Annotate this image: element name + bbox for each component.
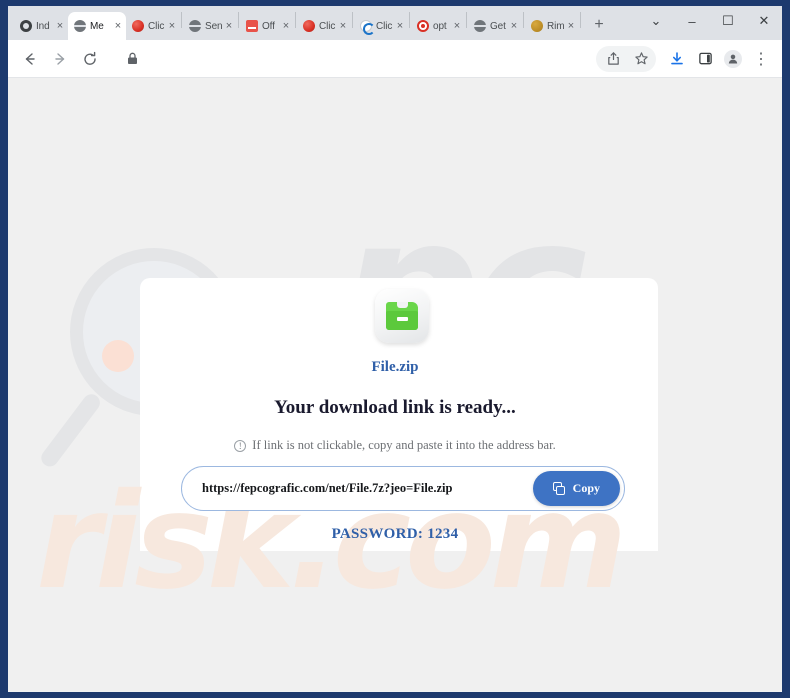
hint-text: If link is not clickable, copy and paste… (252, 438, 556, 452)
minimize-button[interactable]: – (674, 6, 710, 36)
browser-tab-5[interactable]: Clic × (297, 12, 351, 40)
window-controls: ⌄ – ☐ ✕ (638, 6, 782, 40)
copy-icon (552, 482, 566, 495)
tab-separator (238, 12, 239, 28)
browser-tab-6[interactable]: Clic × (354, 12, 408, 40)
browser-tab-2[interactable]: Clic × (126, 12, 180, 40)
download-link-text[interactable]: https://fepcografic.com/net/File.7z?jeo=… (202, 481, 533, 496)
file-name-label: File.zip (371, 359, 419, 375)
browser-toolbar: ⋮ (8, 40, 782, 78)
tab-close-icon[interactable]: × (54, 20, 66, 32)
tab-close-icon[interactable]: × (394, 20, 406, 32)
tab-close-icon[interactable]: × (565, 20, 577, 32)
download-icon[interactable] (664, 46, 690, 72)
copy-button-label: Copy (572, 481, 600, 495)
red-circle-icon (132, 20, 144, 32)
tab-separator (352, 12, 353, 28)
download-link-field[interactable]: https://fepcografic.com/net/File.7z?jeo=… (181, 466, 625, 511)
password-label: PASSWORD: 1234 (331, 526, 459, 542)
tab-label: Clic (148, 20, 165, 32)
tab-close-icon[interactable]: × (112, 20, 124, 32)
tab-label: Off (262, 20, 275, 32)
tab-label: opt (433, 20, 447, 32)
toolbar-actions: ⋮ (596, 45, 774, 72)
tab-separator (295, 12, 296, 28)
lock-icon[interactable] (122, 45, 142, 73)
profile-icon[interactable] (720, 46, 746, 72)
bookmark-star-icon[interactable] (628, 46, 654, 72)
forward-button[interactable] (46, 45, 74, 73)
tab-separator (580, 12, 581, 28)
info-icon: ! (234, 439, 247, 452)
hint-row: ! If link is not clickable, copy and pas… (8, 438, 782, 453)
browser-tab-3[interactable]: Sen × (183, 12, 237, 40)
browser-tab-7[interactable]: opt × (411, 12, 465, 40)
tab-close-icon[interactable]: × (166, 20, 178, 32)
page-viewport: pc risk.com File.zip Your download link … (8, 78, 782, 691)
tab-separator (523, 12, 524, 28)
maximize-button[interactable]: ☐ (710, 6, 746, 36)
close-window-button[interactable]: ✕ (746, 6, 782, 36)
globe-icon (474, 20, 486, 32)
page-title: Your download link is ready... (274, 397, 516, 418)
tab-label: Me (90, 20, 104, 32)
reload-button[interactable] (76, 45, 104, 73)
tab-close-icon[interactable]: × (280, 20, 292, 32)
browser-tab-8[interactable]: Get × (468, 12, 522, 40)
tab-search-icon[interactable]: ⌄ (638, 6, 674, 36)
globe-icon (189, 20, 201, 32)
zip-folder-icon (375, 289, 429, 343)
copy-button[interactable]: Copy (532, 471, 620, 506)
tab-strip: Ind × Me × Clic × Sen × Off × Clic × Cli… (8, 6, 782, 40)
tab-close-icon[interactable]: × (451, 20, 463, 32)
tab-close-icon[interactable]: × (337, 20, 349, 32)
browser-window: Ind × Me × Clic × Sen × Off × Clic × Cli… (8, 6, 782, 692)
tab-close-icon[interactable]: × (223, 20, 235, 32)
red-circle-icon (303, 20, 315, 32)
browser-tab-1[interactable]: Me × (68, 12, 126, 40)
avatar (724, 49, 742, 68)
tab-label: Sen (205, 20, 223, 32)
gold-circle-icon (531, 20, 543, 32)
tab-separator (409, 12, 410, 28)
tab-label: Get (490, 20, 506, 32)
browser-menu-icon[interactable]: ⋮ (748, 46, 774, 72)
browser-tab-4[interactable]: Off × (240, 12, 294, 40)
browser-tab-9[interactable]: Rim × (525, 12, 579, 40)
side-panel-icon[interactable] (692, 46, 718, 72)
tab-label: Clic (319, 20, 336, 32)
tab-label: Rim (547, 20, 565, 32)
film-icon (20, 20, 32, 32)
new-tab-button[interactable]: + (586, 12, 612, 38)
tab-separator (181, 12, 182, 28)
share-icon[interactable] (600, 46, 626, 72)
tab-separator (466, 12, 467, 28)
red-square-icon (246, 20, 258, 32)
address-bar[interactable] (112, 45, 590, 73)
browser-tab-0[interactable]: Ind × (14, 12, 68, 40)
tab-label: Clic (376, 20, 393, 32)
target-icon (417, 20, 429, 32)
tab-label: Ind (36, 20, 50, 32)
share-bookmark-group (596, 45, 656, 72)
tab-close-icon[interactable]: × (508, 20, 520, 32)
globe-icon (74, 20, 86, 32)
back-button[interactable] (16, 45, 44, 73)
edge-icon (360, 20, 375, 35)
